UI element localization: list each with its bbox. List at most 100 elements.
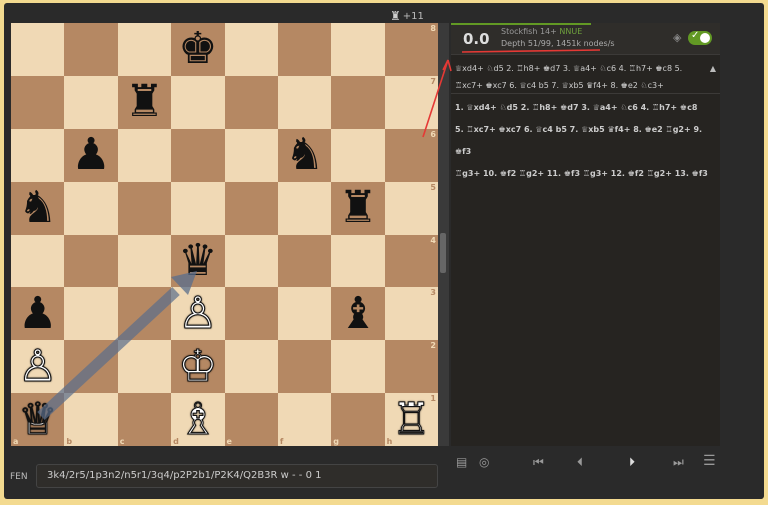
black-pawn[interactable]: ♟ bbox=[11, 287, 64, 340]
square-h8[interactable]: 8 bbox=[384, 23, 438, 76]
square-b7[interactable] bbox=[64, 75, 118, 129]
square-e6[interactable] bbox=[224, 128, 278, 182]
eval-progress bbox=[451, 23, 591, 25]
square-h5[interactable]: 5 bbox=[384, 181, 438, 235]
square-f4[interactable] bbox=[277, 234, 332, 288]
move-line[interactable]: 1. ♕xd4+ ♘d5 2. ♖h8+ ♚d7 3. ♕a4+ ♘c6 4. … bbox=[455, 97, 716, 119]
square-c1[interactable]: c bbox=[117, 393, 172, 446]
first-move-button[interactable]: ⏮ bbox=[533, 456, 544, 468]
square-e8[interactable] bbox=[224, 23, 278, 76]
next-move-button[interactable]: ⏵ bbox=[629, 456, 635, 468]
move-line[interactable]: 5. ♖xc7+ ♚xc7 6. ♕c4 b5 7. ♕xb5 ♛f4+ 8. … bbox=[455, 119, 716, 163]
last-move-button[interactable]: ⏭ bbox=[673, 456, 684, 468]
square-f8[interactable] bbox=[277, 23, 332, 76]
square-d2[interactable]: ♔ bbox=[171, 340, 225, 394]
square-e4[interactable] bbox=[224, 234, 278, 288]
prev-move-button[interactable]: ⏴ bbox=[577, 456, 583, 468]
black-king[interactable]: ♚ bbox=[171, 23, 224, 76]
square-a3[interactable]: ♟ bbox=[11, 287, 65, 341]
square-d1[interactable]: d ♗ bbox=[171, 393, 225, 446]
square-d3[interactable]: ♙ bbox=[171, 287, 225, 341]
square-c2[interactable] bbox=[117, 340, 172, 394]
move-list: 1. ♕xd4+ ♘d5 2. ♖h8+ ♚d7 3. ♕a4+ ♘c6 4. … bbox=[451, 94, 720, 185]
square-d8[interactable]: ♚ bbox=[171, 23, 225, 76]
file-label: g bbox=[333, 437, 339, 446]
settings-icon[interactable]: ◈ bbox=[673, 31, 681, 44]
square-h3[interactable]: 3 bbox=[384, 287, 438, 341]
square-f7[interactable] bbox=[277, 75, 332, 129]
square-e2[interactable] bbox=[224, 340, 278, 394]
square-g2[interactable] bbox=[331, 340, 385, 394]
square-e5[interactable] bbox=[224, 181, 278, 235]
square-h2[interactable]: 2 bbox=[384, 340, 438, 394]
square-a8[interactable] bbox=[11, 23, 65, 76]
square-f3[interactable] bbox=[277, 287, 332, 341]
move-line[interactable]: ♖g3+ 10. ♚f2 ♖g2+ 11. ♚f3 ♖g3+ 12. ♚f2 ♖… bbox=[455, 163, 716, 185]
square-b6[interactable]: ♟ bbox=[64, 128, 118, 182]
white-pawn[interactable]: ♙ bbox=[171, 287, 224, 340]
square-e1[interactable]: e bbox=[224, 393, 278, 446]
square-e7[interactable] bbox=[224, 75, 278, 129]
square-c5[interactable] bbox=[117, 181, 172, 235]
square-d4[interactable]: ♛ bbox=[171, 234, 225, 288]
black-rook[interactable]: ♜ bbox=[118, 76, 171, 129]
rook-icon: ♜ bbox=[390, 9, 401, 23]
square-b1[interactable]: b bbox=[64, 393, 118, 446]
square-a6[interactable] bbox=[11, 128, 65, 182]
black-knight[interactable]: ♞ bbox=[278, 129, 331, 182]
square-a1[interactable]: a ♕ bbox=[11, 393, 65, 446]
white-queen[interactable]: ♕ bbox=[11, 393, 64, 446]
square-a4[interactable] bbox=[11, 234, 65, 288]
square-f1[interactable]: f bbox=[277, 393, 332, 446]
square-f6[interactable]: ♞ bbox=[277, 128, 332, 182]
chessboard[interactable]: ♚ 8 ♜ 7 ♟ ♞ 6 ♞ ♜ 5 ♛ 4 ♟ ♙ ♝ 3 ♙ ♔ 2 a ♕ b c d ♗ e f g 1 h ♖ bbox=[11, 23, 438, 446]
square-g3[interactable]: ♝ bbox=[331, 287, 385, 341]
white-pawn[interactable]: ♙ bbox=[11, 340, 64, 393]
square-d5[interactable] bbox=[171, 181, 225, 235]
book-icon[interactable]: ▤ bbox=[456, 456, 467, 468]
square-g4[interactable] bbox=[331, 234, 385, 288]
square-c4[interactable] bbox=[117, 234, 172, 288]
square-g1[interactable]: g bbox=[331, 393, 385, 446]
black-bishop[interactable]: ♝ bbox=[331, 287, 384, 340]
black-queen[interactable]: ♛ bbox=[171, 235, 224, 288]
square-g8[interactable] bbox=[331, 23, 385, 76]
square-g6[interactable] bbox=[331, 128, 385, 182]
square-a5[interactable]: ♞ bbox=[11, 181, 65, 235]
black-rook[interactable]: ♜ bbox=[331, 182, 384, 235]
engine-toggle[interactable]: ✓ bbox=[688, 30, 712, 45]
square-f5[interactable] bbox=[277, 181, 332, 235]
square-c8[interactable] bbox=[117, 23, 172, 76]
resize-handle[interactable] bbox=[438, 23, 449, 446]
white-bishop[interactable]: ♗ bbox=[171, 393, 224, 446]
fen-input[interactable]: 3k4/2r5/1p3n2/n5r1/3q4/p2P2b1/P2K4/Q2B3R… bbox=[36, 464, 438, 488]
square-b2[interactable] bbox=[64, 340, 118, 394]
square-a2[interactable]: ♙ bbox=[11, 340, 65, 394]
pv-line[interactable]: ♕xd4+ ♘d5 2. ♖h8+ ♚d7 3. ♕a4+ ♘c6 4. ♖h7… bbox=[451, 55, 720, 94]
square-c3[interactable] bbox=[117, 287, 172, 341]
collapse-icon[interactable]: ▲ bbox=[710, 60, 716, 77]
square-c7[interactable]: ♜ bbox=[117, 75, 172, 129]
square-d6[interactable] bbox=[171, 128, 225, 182]
menu-icon[interactable]: ☰ bbox=[703, 454, 716, 468]
square-b3[interactable] bbox=[64, 287, 118, 341]
square-h6[interactable]: 6 bbox=[384, 128, 438, 182]
black-pawn[interactable]: ♟ bbox=[64, 129, 117, 182]
square-d7[interactable] bbox=[171, 75, 225, 129]
black-knight[interactable]: ♞ bbox=[11, 182, 64, 235]
square-g7[interactable] bbox=[331, 75, 385, 129]
square-h7[interactable]: 7 bbox=[384, 75, 438, 129]
target-icon[interactable]: ◎ bbox=[479, 456, 489, 468]
white-rook[interactable]: ♖ bbox=[385, 393, 438, 446]
square-g5[interactable]: ♜ bbox=[331, 181, 385, 235]
square-b8[interactable] bbox=[64, 23, 118, 76]
square-b5[interactable] bbox=[64, 181, 118, 235]
square-h1[interactable]: 1 h ♖ bbox=[384, 393, 438, 446]
square-b4[interactable] bbox=[64, 234, 118, 288]
square-a7[interactable] bbox=[11, 75, 65, 129]
square-h4[interactable]: 4 bbox=[384, 234, 438, 288]
square-e3[interactable] bbox=[224, 287, 278, 341]
square-c6[interactable] bbox=[117, 128, 172, 182]
white-king[interactable]: ♔ bbox=[171, 340, 224, 393]
square-f2[interactable] bbox=[277, 340, 332, 394]
